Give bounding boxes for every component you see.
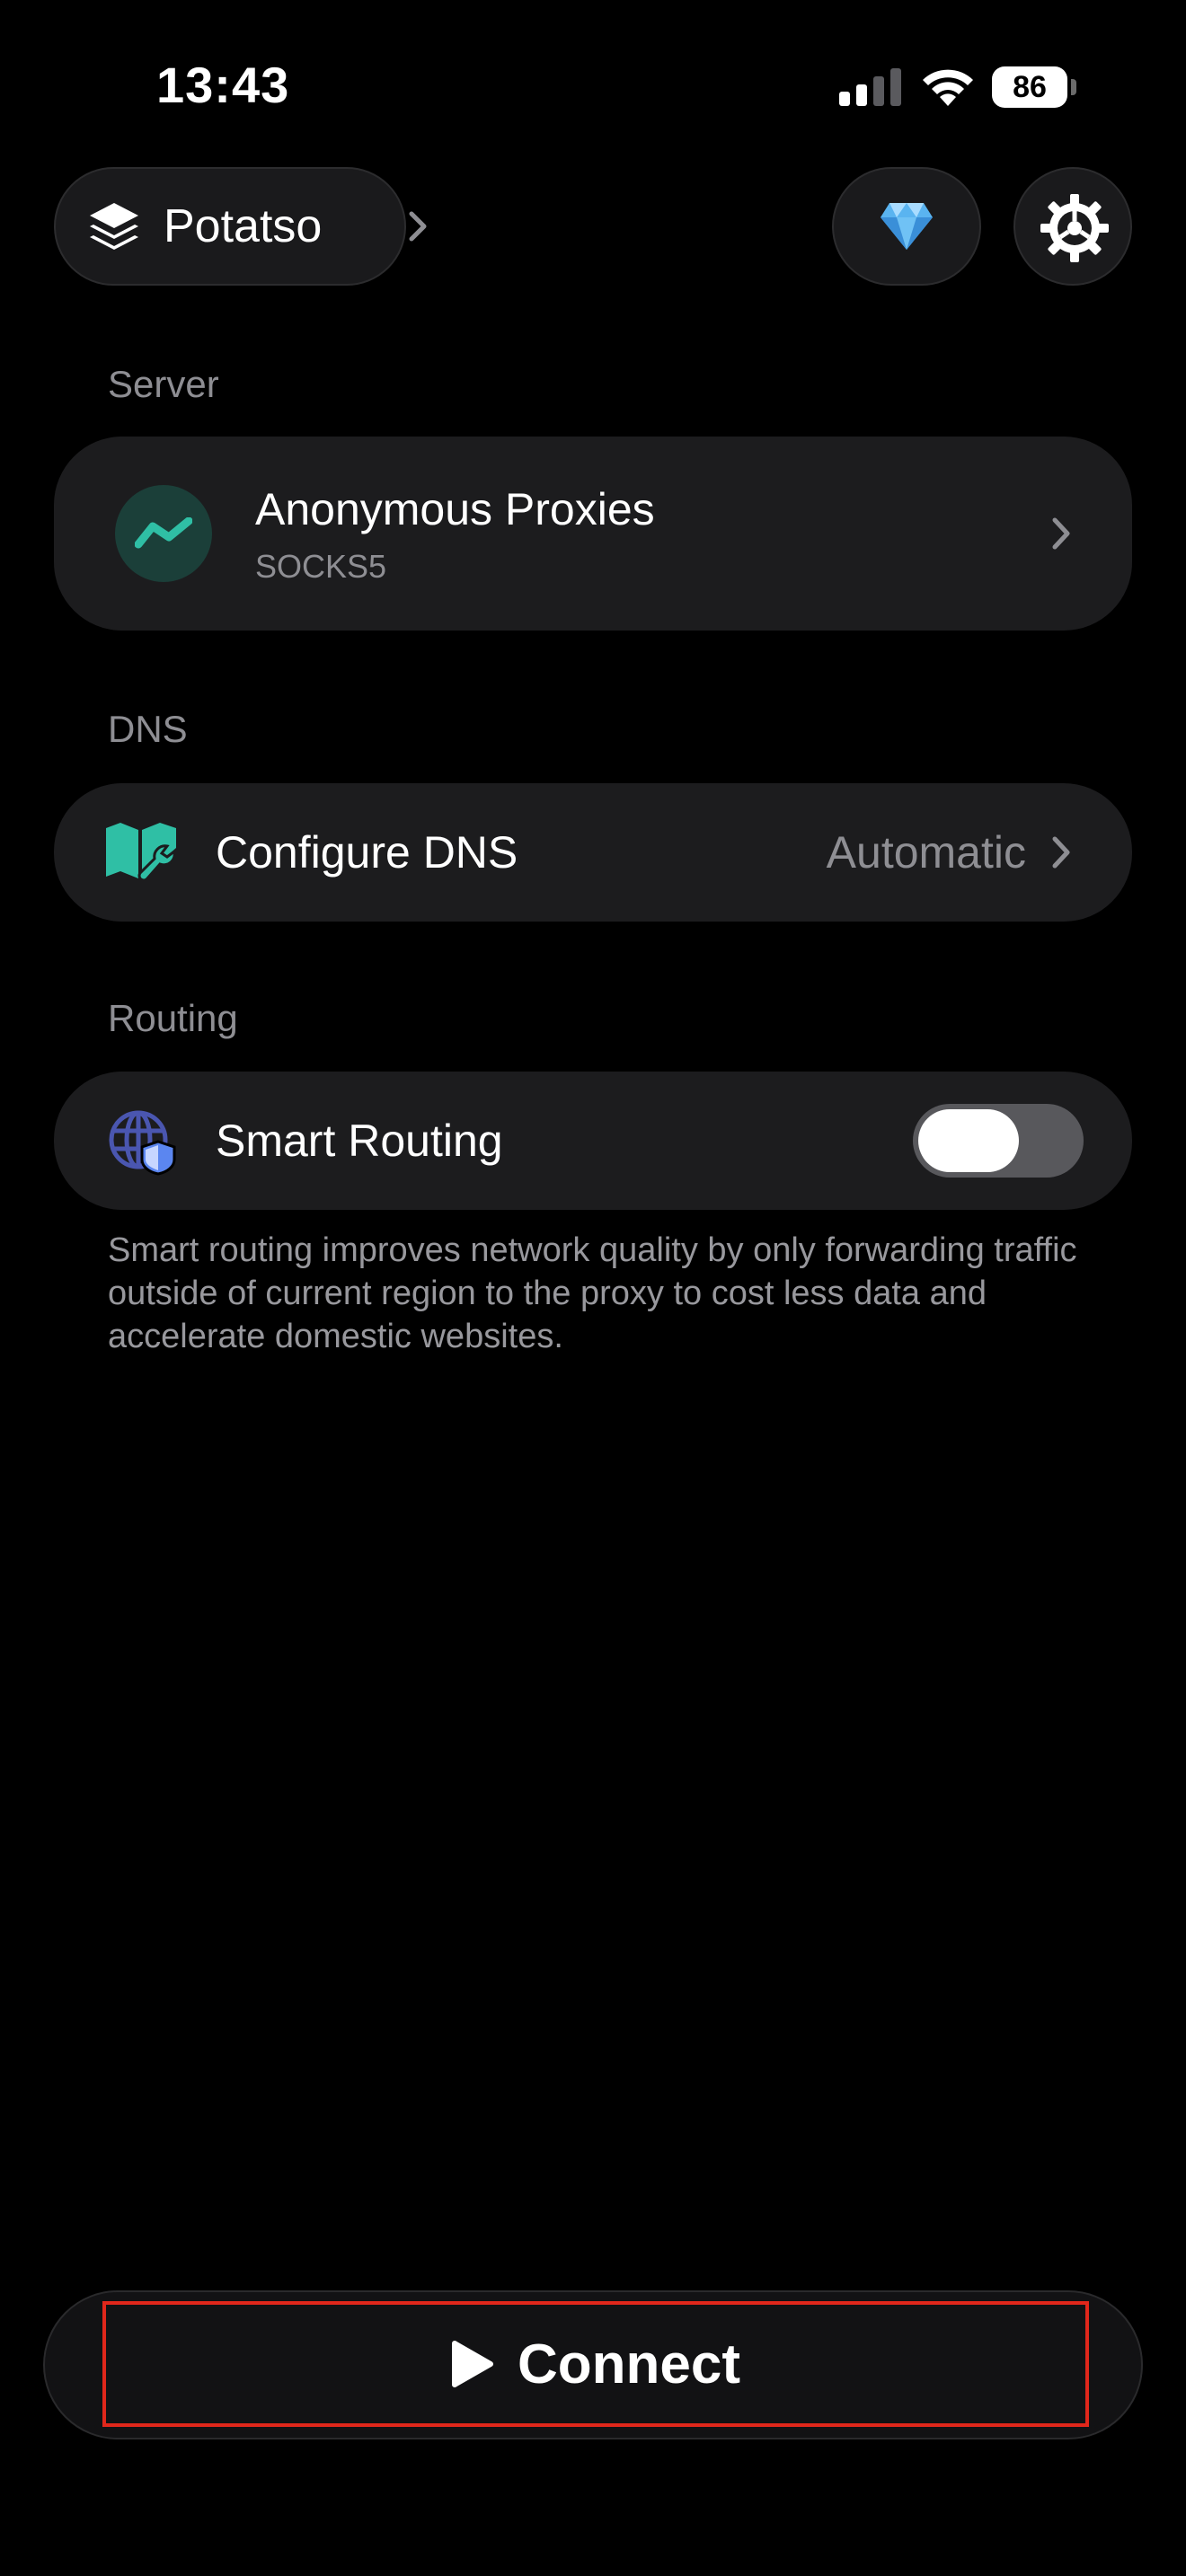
server-card[interactable]: Anonymous Proxies SOCKS5 xyxy=(54,437,1132,631)
smart-routing-toggle[interactable] xyxy=(913,1104,1084,1178)
smart-routing-description: Smart routing improves network quality b… xyxy=(108,1231,1077,1355)
chevron-right-icon xyxy=(409,211,427,242)
smart-routing-label: Smart Routing xyxy=(216,1116,503,1166)
dns-section-header: DNS xyxy=(108,708,188,750)
gear-icon xyxy=(1040,194,1109,262)
premium-button[interactable] xyxy=(832,167,981,286)
diamond-icon xyxy=(881,203,933,250)
dns-value: Automatic xyxy=(826,827,1026,878)
toggle-knob xyxy=(918,1109,1019,1172)
smart-routing-row: Smart Routing xyxy=(54,1072,1132,1210)
profile-label: Potatso xyxy=(164,200,323,252)
book-wrench-icon xyxy=(106,823,176,882)
server-logo-icon xyxy=(115,485,212,582)
configure-dns-label: Configure DNS xyxy=(216,827,518,878)
battery-icon: 86 xyxy=(992,66,1076,108)
connect-label: Connect xyxy=(518,2333,740,2395)
settings-button[interactable] xyxy=(1013,167,1132,286)
configure-dns-row[interactable]: Configure DNS Automatic xyxy=(54,783,1132,922)
server-name: Anonymous Proxies xyxy=(255,484,655,534)
server-section-header: Server xyxy=(108,363,219,405)
layers-icon xyxy=(90,203,138,250)
server-protocol: SOCKS5 xyxy=(255,548,387,585)
cellular-signal-icon xyxy=(839,68,901,106)
globe-shield-icon xyxy=(109,1110,176,1176)
chevron-right-icon xyxy=(1052,836,1070,869)
connect-button[interactable]: Connect xyxy=(102,2301,1089,2427)
status-time: 13:43 xyxy=(156,57,290,113)
routing-section-header: Routing xyxy=(108,997,238,1039)
play-icon xyxy=(452,2341,493,2387)
wifi-icon xyxy=(923,69,973,106)
status-bar: 13:43 86 xyxy=(0,0,1186,171)
chevron-right-icon xyxy=(1052,517,1070,550)
profile-selector-button[interactable]: Potatso xyxy=(54,167,427,286)
battery-level: 86 xyxy=(1013,70,1047,104)
